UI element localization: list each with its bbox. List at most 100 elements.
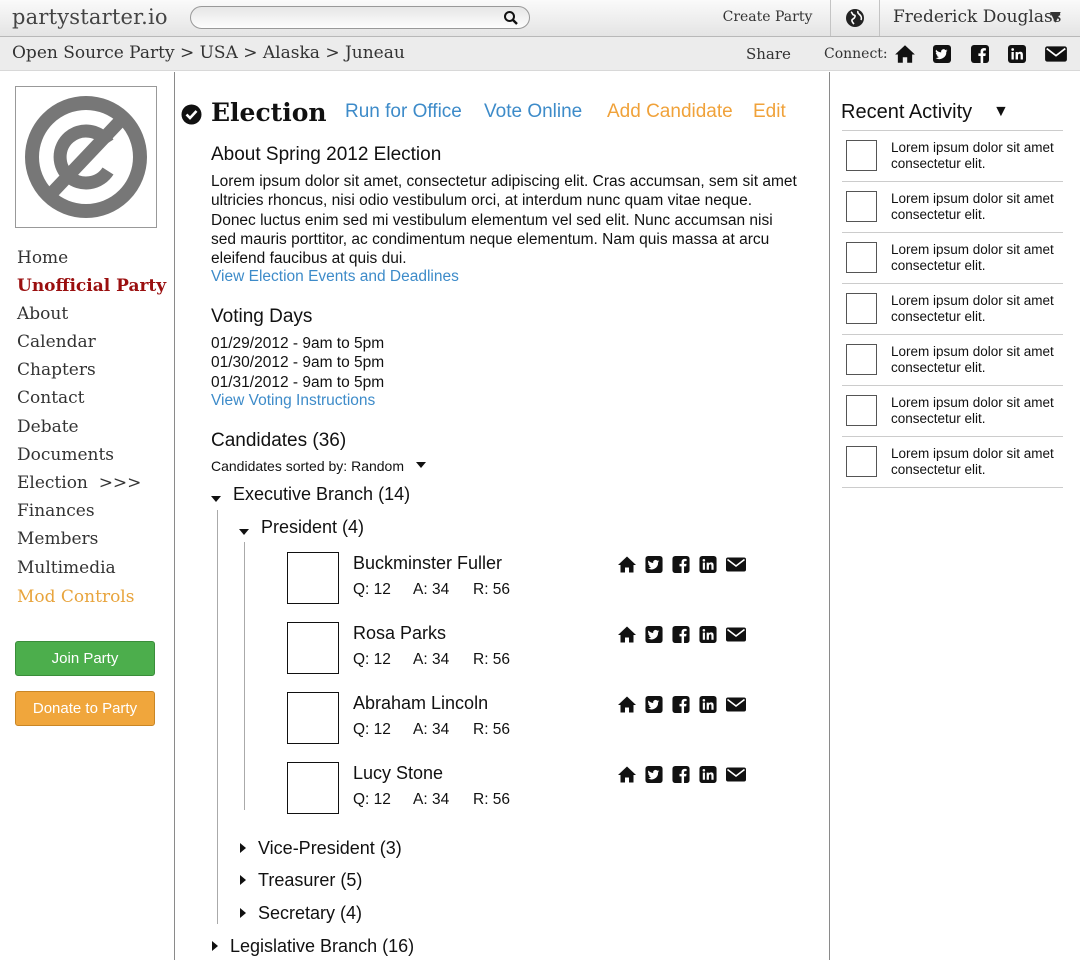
- tree-line: [244, 542, 245, 810]
- sidebar-item-election[interactable]: Election >>>: [17, 473, 141, 493]
- run-for-office-link[interactable]: Run for Office: [345, 101, 462, 123]
- activity-item[interactable]: Lorem ipsum dolor sit amet consectetur e…: [842, 334, 1063, 385]
- sidebar-item-home[interactable]: Home: [17, 248, 68, 268]
- sort-dropdown[interactable]: Candidates sorted by: Random: [211, 457, 801, 476]
- chevron-down-icon[interactable]: ▼: [993, 103, 1009, 121]
- email-icon[interactable]: [725, 555, 747, 574]
- breadcrumb[interactable]: Open Source Party > USA > Alaska > Junea…: [12, 43, 405, 63]
- activity-item[interactable]: Lorem ipsum dolor sit amet consectetur e…: [842, 283, 1063, 334]
- facebook-icon[interactable]: [671, 765, 691, 784]
- home-icon[interactable]: [894, 44, 916, 64]
- candidate-name[interactable]: Lucy Stone: [353, 763, 443, 784]
- answers-count: A: 34: [413, 721, 450, 738]
- linkedin-icon[interactable]: [1006, 44, 1028, 64]
- activity-thumbnail: [846, 191, 877, 222]
- activity-item[interactable]: Lorem ipsum dolor sit amet consectetur e…: [842, 181, 1063, 232]
- search-box[interactable]: [190, 6, 530, 29]
- candidate-social-icons: [617, 695, 747, 715]
- candidates-heading: Candidates (36): [211, 430, 347, 451]
- main-content: Election Run for Office Vote Online Add …: [176, 72, 829, 960]
- facebook-icon[interactable]: [671, 625, 691, 644]
- activity-thumbnail: [846, 395, 877, 426]
- branch-secretary[interactable]: Secretary (4): [258, 903, 362, 924]
- join-party-button[interactable]: Join Party: [15, 641, 155, 676]
- candidate-card[interactable]: Lucy Stone Q: 12 A: 34 R: 56: [287, 762, 757, 818]
- email-icon[interactable]: [1044, 44, 1068, 64]
- twitter-icon[interactable]: [644, 625, 664, 644]
- create-party-button[interactable]: Create Party: [705, 0, 831, 36]
- home-icon[interactable]: [617, 765, 637, 784]
- donate-to-party-button[interactable]: Donate to Party: [15, 691, 155, 726]
- twitter-icon[interactable]: [644, 765, 664, 784]
- activity-item[interactable]: Lorem ipsum dolor sit amet consectetur e…: [842, 130, 1063, 181]
- home-icon[interactable]: [617, 625, 637, 644]
- language-globe-button[interactable]: [831, 0, 880, 36]
- linkedin-icon[interactable]: [698, 765, 718, 784]
- sidebar-item-finances[interactable]: Finances: [17, 501, 95, 521]
- user-menu[interactable]: Frederick Douglass ▼: [880, 0, 1080, 36]
- vote-online-link[interactable]: Vote Online: [484, 101, 582, 123]
- sidebar-item-chapters[interactable]: Chapters: [17, 360, 96, 380]
- candidate-name[interactable]: Buckminster Fuller: [353, 553, 502, 574]
- caret-right-icon[interactable]: [212, 941, 218, 951]
- facebook-icon[interactable]: [969, 44, 991, 64]
- sidebar-item-multimedia[interactable]: Multimedia: [17, 558, 116, 578]
- twitter-icon[interactable]: [644, 695, 664, 714]
- voting-day-1: 01/29/2012 - 9am to 5pm: [211, 335, 385, 352]
- activity-item[interactable]: Lorem ipsum dolor sit amet consectetur e…: [842, 385, 1063, 436]
- activity-text: Lorem ipsum dolor sit amet consectetur e…: [891, 293, 1054, 324]
- share-link[interactable]: Share: [746, 45, 791, 63]
- branch-president[interactable]: President (4): [261, 517, 364, 538]
- search-icon[interactable]: [503, 10, 519, 26]
- voting-instructions-link[interactable]: View Voting Instructions: [211, 392, 375, 410]
- email-icon[interactable]: [725, 625, 747, 644]
- caret-right-icon[interactable]: [240, 875, 246, 885]
- sidebar-item-members[interactable]: Members: [17, 529, 98, 549]
- activity-item[interactable]: Lorem ipsum dolor sit amet consectetur e…: [842, 436, 1063, 487]
- site-logo[interactable]: partystarter.io: [12, 5, 168, 29]
- sidebar-item-documents[interactable]: Documents: [17, 445, 114, 465]
- home-icon[interactable]: [617, 695, 637, 714]
- linkedin-icon[interactable]: [698, 625, 718, 644]
- candidate-card[interactable]: Abraham Lincoln Q: 12 A: 34 R: 56: [287, 692, 757, 748]
- caret-down-icon[interactable]: [211, 496, 221, 502]
- candidate-card[interactable]: Buckminster Fuller Q: 12 A: 34 R: 56: [287, 552, 757, 608]
- twitter-icon[interactable]: [644, 555, 664, 574]
- sidebar-item-about[interactable]: About: [17, 304, 68, 324]
- facebook-icon[interactable]: [671, 555, 691, 574]
- caret-right-icon[interactable]: [240, 908, 246, 918]
- branch-executive[interactable]: Executive Branch (14): [233, 484, 410, 505]
- sidebar-item-unofficial-party[interactable]: Unofficial Party: [17, 276, 166, 296]
- sidebar-item-calendar[interactable]: Calendar: [17, 332, 96, 352]
- home-icon[interactable]: [617, 555, 637, 574]
- candidate-name[interactable]: Rosa Parks: [353, 623, 446, 644]
- candidate-card[interactable]: Rosa Parks Q: 12 A: 34 R: 56: [287, 622, 757, 678]
- linkedin-icon[interactable]: [698, 695, 718, 714]
- candidate-name[interactable]: Abraham Lincoln: [353, 693, 488, 714]
- answers-count: A: 34: [413, 581, 450, 598]
- sidebar-item-contact[interactable]: Contact: [17, 388, 85, 408]
- branch-vice-president[interactable]: Vice-President (3): [258, 838, 402, 859]
- caret-right-icon[interactable]: [240, 843, 246, 853]
- edit-link[interactable]: Edit: [753, 101, 786, 123]
- questions-count: Q: 12: [353, 651, 391, 668]
- twitter-icon[interactable]: [931, 44, 953, 64]
- answers-count: A: 34: [413, 791, 450, 808]
- facebook-icon[interactable]: [671, 695, 691, 714]
- activity-item[interactable]: Lorem ipsum dolor sit amet consectetur e…: [842, 232, 1063, 283]
- activity-thumbnail: [846, 446, 877, 477]
- globe-icon: [846, 9, 864, 27]
- linkedin-icon[interactable]: [698, 555, 718, 574]
- sidebar-item-debate[interactable]: Debate: [17, 417, 79, 437]
- sidebar-item-mod-controls[interactable]: Mod Controls: [17, 587, 134, 607]
- add-candidate-link[interactable]: Add Candidate: [607, 101, 733, 123]
- branch-treasurer[interactable]: Treasurer (5): [258, 870, 362, 891]
- email-icon[interactable]: [725, 695, 747, 714]
- email-icon[interactable]: [725, 765, 747, 784]
- caret-down-icon[interactable]: [239, 529, 249, 535]
- branch-legislative[interactable]: Legislative Branch (16): [230, 936, 414, 957]
- answers-count: A: 34: [413, 651, 450, 668]
- search-input[interactable]: [203, 7, 503, 28]
- activity-thumbnail: [846, 293, 877, 324]
- view-events-link[interactable]: View Election Events and Deadlines: [211, 268, 459, 286]
